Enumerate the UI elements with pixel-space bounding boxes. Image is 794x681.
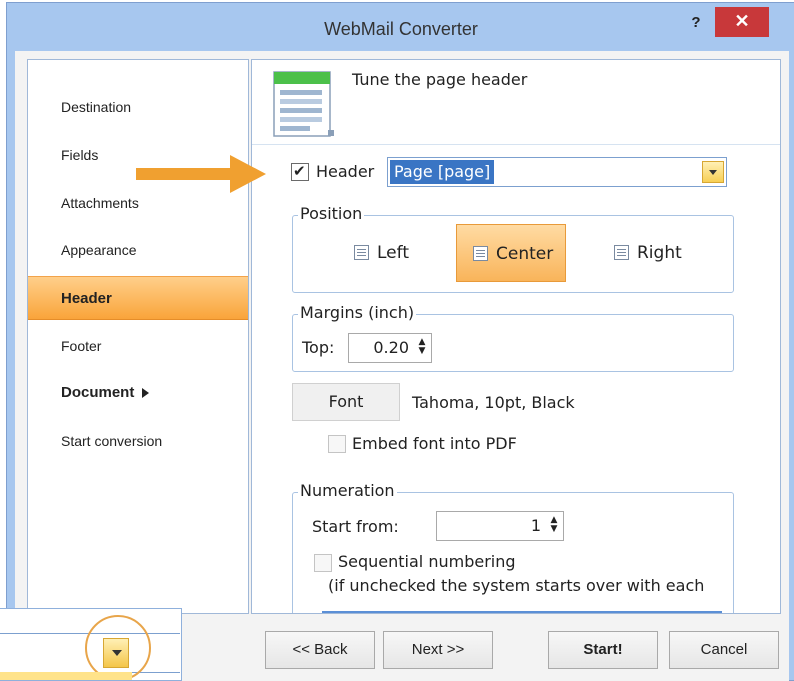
sidebar-item-start-conversion[interactable]: Start conversion [28, 419, 248, 463]
margins-top-value: 0.20 [373, 338, 409, 357]
sidebar-item-label: Attachments [61, 195, 139, 211]
margins-top-stepper[interactable]: 0.20 ▲ ▼ [348, 333, 432, 363]
title-bar: WebMail Converter ? ✕ [7, 3, 794, 51]
cancel-button[interactable]: Cancel [669, 631, 779, 669]
sidebar-item-label: Footer [61, 338, 102, 354]
embed-font-label: Embed font into PDF [352, 434, 517, 453]
sidebar-item-footer[interactable]: Footer [28, 324, 248, 368]
sidebar-item-destination[interactable]: Destination [28, 85, 248, 129]
panel-title: Tune the page header [352, 70, 528, 89]
font-button[interactable]: Font [292, 383, 400, 421]
position-caption: Position [298, 204, 365, 223]
numeration-caption: Numeration [298, 481, 397, 500]
submenu-arrow-icon [142, 388, 150, 399]
sidebar-item-label: Document [61, 384, 135, 401]
header-settings-panel: Tune the page header Header Page [page] … [251, 59, 781, 614]
panel-header: Tune the page header [252, 60, 780, 145]
annotation-arrow-icon [136, 155, 266, 193]
header-template-value: Page [page] [390, 160, 495, 184]
align-right-icon [614, 245, 629, 260]
sidebar-item-header[interactable]: Header [28, 276, 248, 320]
header-template-combo[interactable]: Page [page] [387, 157, 727, 187]
zoom-inset [0, 608, 182, 681]
header-checkbox-label: Header [316, 162, 375, 181]
sequential-numbering-checkbox[interactable] [314, 554, 332, 572]
sidebar-item-label: Destination [61, 99, 132, 115]
back-button[interactable]: << Back [265, 631, 375, 669]
position-center-option[interactable]: Center [456, 224, 566, 282]
position-left-option[interactable]: Left [350, 224, 413, 282]
font-description: Tahoma, 10pt, Black [412, 393, 575, 412]
spin-arrows-icon[interactable]: ▲ ▼ [417, 338, 427, 358]
inset-highlight-strip [0, 672, 132, 680]
align-center-icon [473, 246, 488, 261]
position-right-label: Right [637, 243, 682, 263]
position-center-label: Center [496, 244, 554, 264]
position-left-label: Left [377, 243, 409, 263]
sidebar-item-appearance[interactable]: Appearance [28, 228, 248, 272]
dropdown-arrow-icon[interactable] [702, 161, 724, 183]
spin-arrows-icon[interactable]: ▲ ▼ [549, 516, 559, 536]
next-button[interactable]: Next >> [383, 631, 493, 669]
sidebar-item-document[interactable]: Document [28, 371, 248, 415]
start-from-label: Start from: [312, 517, 399, 536]
sequential-numbering-note: (if unchecked the system starts over wit… [328, 576, 705, 595]
sidebar-nav: Destination Fields Attachments Appearanc… [27, 59, 249, 614]
start-from-value: 1 [530, 516, 541, 535]
header-checkbox[interactable] [291, 162, 309, 181]
embed-font-checkbox[interactable] [328, 435, 346, 453]
start-from-stepper[interactable]: 1 ▲ ▼ [436, 511, 564, 541]
margins-top-label: Top: [302, 338, 335, 357]
position-right-option[interactable]: Right [610, 224, 686, 282]
sidebar-item-label: Fields [61, 147, 99, 163]
sidebar-item-label: Appearance [61, 242, 137, 258]
sequential-numbering-label: Sequential numbering [338, 552, 516, 571]
window-title: WebMail Converter [324, 19, 478, 39]
sidebar-item-label: Header [61, 290, 112, 307]
document-header-icon [273, 71, 334, 137]
scroll-indicator[interactable] [322, 611, 722, 613]
close-icon[interactable]: ✕ [715, 7, 769, 37]
sidebar-item-label: Start conversion [61, 433, 163, 449]
dialog-body: Destination Fields Attachments Appearanc… [15, 51, 789, 681]
webmail-converter-window: WebMail Converter ? ✕ Destination Fields… [6, 2, 794, 681]
help-icon[interactable]: ? [683, 11, 709, 37]
align-left-icon [354, 245, 369, 260]
start-button[interactable]: Start! [548, 631, 658, 669]
margins-caption: Margins (inch) [298, 303, 417, 322]
